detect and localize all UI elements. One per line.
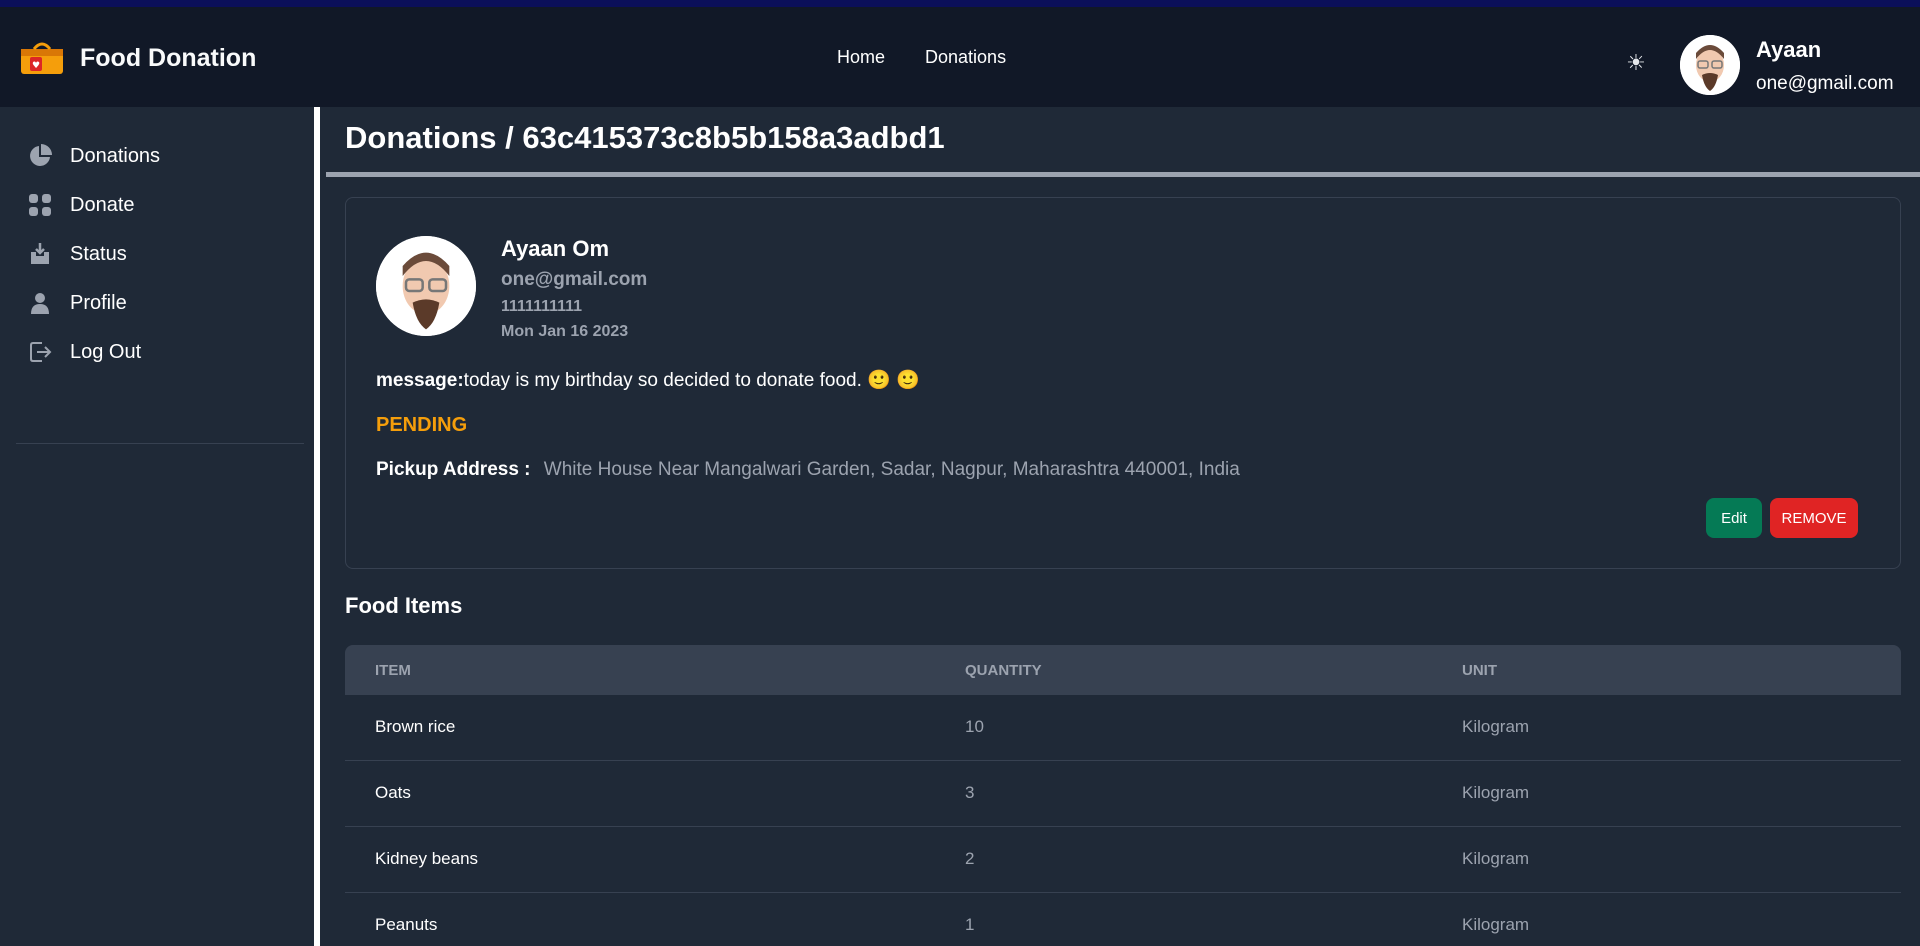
donor-phone: 1111111111 [501,298,583,315]
memoji-avatar-icon [376,236,476,336]
cell-unit: Kilogram [1462,849,1530,868]
divider [326,172,1920,177]
cell-item: Kidney beans [375,849,479,868]
sidebar-item-status[interactable]: Status [28,239,127,269]
table-header: ITEM QUANTITY UNIT [345,645,1901,695]
navbar: ♥ Food Donation Home Donations ☀ Ayaan o… [0,7,1920,107]
remove-button[interactable]: REMOVE [1770,498,1858,538]
cell-item: Peanuts [375,915,438,934]
top-nav: Home Donations [837,47,1006,68]
sidebar-divider [16,443,304,444]
main-content: Donations / 63c415373c8b5b158a3adbd1 Aya… [326,107,1920,946]
logout-icon [28,340,52,364]
pickup-address: Pickup Address : White House Near Mangal… [376,459,1240,481]
sidebar-item-logout[interactable]: Log Out [28,337,141,367]
donation-card: Ayaan Om one@gmail.com 1111111111 Mon Ja… [345,197,1901,569]
donation-message: message:today is my birthday so decided … [376,368,920,392]
table-row: Peanuts 1 Kilogram [345,893,1901,946]
nav-user-info: Ayaan one@gmail.com [1756,37,1894,95]
food-box-logo-icon: ♥ [20,41,64,75]
grid-icon [28,193,52,217]
cell-quantity: 10 [965,717,984,736]
brand-name: Food Donation [80,43,257,72]
nav-user-name: Ayaan [1756,37,1822,62]
cell-item: Brown rice [375,717,456,736]
sidebar-item-label: Donations [70,144,161,167]
sidebar: Donations Donate Status Profile Log Out [0,107,320,946]
memoji-avatar-icon [1680,35,1740,95]
table-row: Kidney beans 2 Kilogram [345,827,1901,893]
top-strip [0,0,1920,7]
message-text: today is my birthday so decided to donat… [463,370,920,391]
donor-name: Ayaan Om [501,236,610,261]
nav-link-home[interactable]: Home [837,47,885,68]
cell-quantity: 2 [965,849,975,868]
cell-item: Oats [375,783,411,802]
cell-quantity: 3 [965,783,975,802]
avatar[interactable] [1680,35,1740,95]
cell-quantity: 1 [965,915,975,934]
sidebar-item-label: Log Out [70,340,142,363]
pie-chart-icon [28,144,52,168]
sidebar-item-label: Profile [70,291,127,314]
download-tray-icon [28,242,52,266]
table-row: Brown rice 10 Kilogram [345,695,1901,761]
sidebar-item-label: Status [70,242,127,265]
sidebar-item-donate[interactable]: Donate [28,190,135,220]
svg-text:♥: ♥ [32,61,40,71]
nav-link-donations[interactable]: Donations [925,47,1006,68]
pickup-label: Pickup Address : [376,459,531,480]
message-label: message: [376,370,464,391]
nav-user-email: one@gmail.com [1756,73,1894,94]
donor-avatar [376,236,476,336]
cell-unit: Kilogram [1462,783,1530,802]
breadcrumb: Donations / 63c415373c8b5b158a3adbd1 [345,120,945,155]
user-icon [28,291,52,315]
sidebar-item-label: Donate [70,193,135,216]
sidebar-item-donations[interactable]: Donations [28,141,160,171]
sun-icon[interactable]: ☀ [1624,51,1648,75]
column-header-item: ITEM [375,662,411,679]
table-row: Oats 3 Kilogram [345,761,1901,827]
status-badge: PENDING [376,414,468,436]
donor-email: one@gmail.com [501,269,648,290]
brand[interactable]: ♥ Food Donation [20,41,256,75]
edit-button[interactable]: Edit [1706,498,1762,538]
food-items-title: Food Items [345,593,463,618]
pickup-value: White House Near Mangalwari Garden, Sada… [543,459,1240,480]
cell-unit: Kilogram [1462,717,1530,736]
food-items-table: ITEM QUANTITY UNIT Brown rice 10 Kilogra… [345,645,1901,946]
donation-date: Mon Jan 16 2023 [501,323,629,340]
column-header-quantity: QUANTITY [965,662,1042,679]
sidebar-item-profile[interactable]: Profile [28,288,127,318]
column-header-unit: UNIT [1462,662,1497,679]
cell-unit: Kilogram [1462,915,1530,934]
